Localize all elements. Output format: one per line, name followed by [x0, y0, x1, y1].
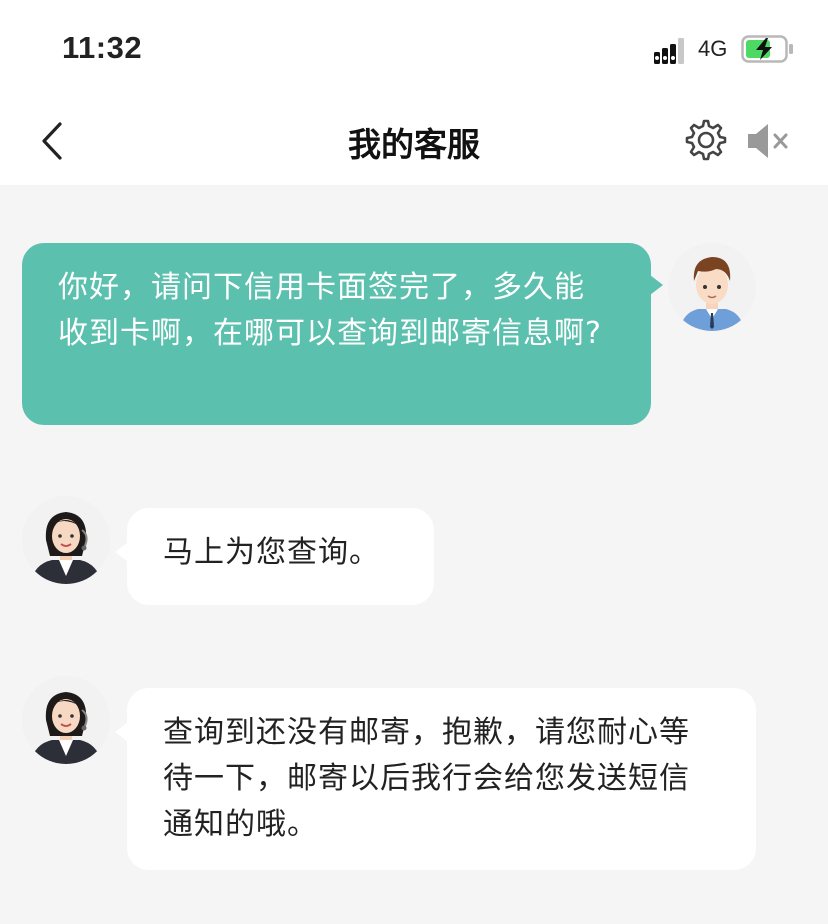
agent-avatar[interactable]: [22, 676, 110, 764]
message-text: 马上为您查询。: [163, 535, 380, 570]
status-time: 11:32: [62, 30, 143, 65]
user-message-bubble[interactable]: 你好，请问下信用卡面签完了，多久能收到卡啊，在哪可以查询到邮寄信息啊?: [22, 243, 663, 425]
female-agent-avatar: [22, 496, 110, 584]
agent-avatar[interactable]: [22, 496, 110, 584]
battery-charging-icon: [741, 35, 793, 63]
signal-icon: [654, 38, 684, 64]
mute-button[interactable]: [744, 120, 790, 162]
speaker-muted-icon: [748, 124, 788, 158]
chat-area: 你好，请问下信用卡面签完了，多久能收到卡啊，在哪可以查询到邮寄信息啊? 马上为您…: [0, 185, 828, 924]
message-text: 查询到还没有邮寄，抱歉，请您耐心等待一下，邮寄以后我行会给您发送短信通知的哦。: [163, 715, 690, 842]
female-agent-avatar: [22, 676, 110, 764]
settings-button[interactable]: [684, 118, 728, 162]
male-user-avatar: [668, 243, 756, 331]
status-bar: 11:32 4G: [0, 0, 828, 96]
nav-bar: 我的客服: [0, 96, 828, 185]
agent-message-bubble[interactable]: 查询到还没有邮寄，抱歉，请您耐心等待一下，邮寄以后我行会给您发送短信通知的哦。: [115, 688, 756, 870]
network-type: 4G: [698, 36, 728, 61]
user-avatar[interactable]: [668, 243, 756, 331]
message-text: 你好，请问下信用卡面签完了，多久能收到卡啊，在哪可以查询到邮寄信息啊?: [58, 270, 602, 351]
agent-message-bubble[interactable]: 马上为您查询。: [115, 508, 434, 605]
settings-gear-icon: [685, 119, 727, 161]
